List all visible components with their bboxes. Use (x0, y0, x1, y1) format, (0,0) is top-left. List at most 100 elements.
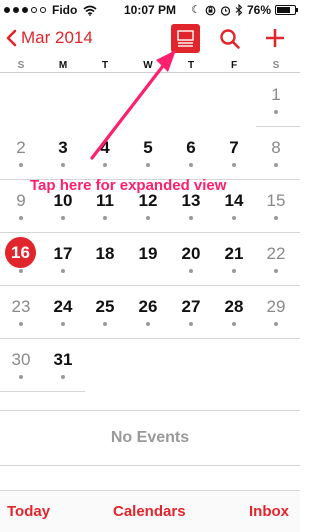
day-cell[interactable]: 23 (1, 286, 41, 339)
event-dot-icon (103, 322, 107, 326)
day-number: 17 (53, 244, 73, 263)
add-event-button[interactable] (264, 27, 286, 49)
list-view-icon (177, 30, 194, 47)
day-number: 19 (138, 244, 158, 263)
event-dot-icon (146, 163, 150, 167)
event-dot-icon (61, 216, 65, 220)
week-row: 16 17 18 19 20 21 22 (0, 233, 300, 286)
day-cell[interactable]: 29 (256, 286, 296, 339)
event-dot-icon (189, 269, 193, 273)
day-number: 16 (5, 237, 36, 268)
search-button[interactable] (219, 28, 241, 50)
event-dot-icon (274, 163, 278, 167)
chevron-left-icon (6, 29, 17, 47)
event-dot-icon (19, 269, 23, 273)
day-cell[interactable]: 7 (214, 127, 254, 180)
day-cell[interactable]: 28 (214, 286, 254, 339)
nav-bar: Mar 2014 (0, 20, 300, 60)
back-to-month-button[interactable]: Mar 2014 (6, 28, 93, 48)
battery-fill (277, 7, 290, 13)
signal-dot-icon (22, 7, 28, 13)
day-cell[interactable]: 8 (256, 127, 296, 180)
day-cell[interactable]: 15 (256, 180, 296, 233)
event-dot-icon (146, 322, 150, 326)
status-right: ☾ 76% (191, 3, 298, 17)
event-dot-icon (232, 163, 236, 167)
day-cell[interactable]: 2 (1, 127, 41, 180)
weekday-label: W (143, 60, 153, 71)
week-row: 1 (256, 74, 300, 127)
day-number: 8 (271, 138, 281, 157)
moon-icon: ☾ (191, 4, 201, 16)
today-button[interactable]: Today (7, 503, 50, 520)
battery-percent: 76% (246, 3, 271, 17)
event-dot-icon (146, 216, 150, 220)
day-cell[interactable]: 31 (43, 339, 83, 392)
day-cell[interactable]: 18 (85, 233, 125, 286)
day-number: 30 (11, 350, 31, 369)
day-cell[interactable]: 4 (85, 127, 125, 180)
event-dot-icon (274, 110, 278, 114)
day-cell-today[interactable]: 16 (1, 233, 41, 286)
event-dot-icon (232, 322, 236, 326)
day-number: 3 (58, 138, 68, 157)
event-dot-icon (19, 163, 23, 167)
weekday-label: T (187, 60, 195, 71)
weekday-label: M (58, 60, 68, 71)
day-number: 12 (138, 191, 158, 210)
day-number: 27 (181, 297, 201, 316)
day-number: 15 (266, 191, 286, 210)
event-dot-icon (19, 322, 23, 326)
event-dot-icon (103, 163, 107, 167)
weekday-label: S (17, 60, 25, 71)
day-number: 29 (266, 297, 286, 316)
event-dot-icon (19, 375, 23, 379)
inbox-button[interactable]: Inbox (249, 503, 289, 520)
alarm-icon (220, 5, 231, 16)
day-cell[interactable]: 27 (171, 286, 211, 339)
carrier-name: Fido (52, 3, 78, 17)
signal-dot-icon (13, 7, 19, 13)
calendars-button[interactable]: Calendars (113, 503, 186, 520)
events-list: No Events (0, 410, 300, 466)
day-cell[interactable]: 24 (43, 286, 83, 339)
day-cell[interactable]: 22 (256, 233, 296, 286)
day-cell[interactable]: 30 (1, 339, 41, 392)
week-row: 2 3 4 5 6 7 8 (0, 127, 300, 180)
day-number: 4 (100, 138, 110, 157)
event-dot-icon (274, 269, 278, 273)
event-dot-icon (274, 216, 278, 220)
day-cell[interactable]: 1 (256, 74, 296, 127)
event-dot-icon (189, 163, 193, 167)
bottom-toolbar: Today Calendars Inbox (0, 490, 300, 532)
signal-dot-icon (4, 7, 10, 13)
day-cell[interactable]: 17 (43, 233, 83, 286)
event-dot-icon (232, 269, 236, 273)
search-icon (220, 29, 240, 49)
weekday-label: S (272, 60, 280, 71)
event-dot-icon (61, 375, 65, 379)
day-cell[interactable]: 25 (85, 286, 125, 339)
signal-dot-icon (40, 7, 46, 13)
event-dot-icon (61, 269, 65, 273)
day-cell[interactable]: 3 (43, 127, 83, 180)
event-dot-icon (189, 216, 193, 220)
wifi-icon (83, 5, 97, 16)
no-events-label: No Events (110, 429, 190, 446)
day-cell[interactable]: 19 (128, 233, 168, 286)
annotation-text: Tap here for expanded view (30, 177, 227, 194)
weekday-label: F (230, 60, 238, 71)
day-cell[interactable]: 26 (128, 286, 168, 339)
day-cell[interactable]: 6 (171, 127, 211, 180)
event-dot-icon (103, 216, 107, 220)
day-cell[interactable]: 20 (171, 233, 211, 286)
day-cell[interactable]: 21 (214, 233, 254, 286)
day-number: 6 (186, 138, 196, 157)
day-number: 10 (53, 191, 73, 210)
status-bar: Fido 10:07 PM ☾ 76% (0, 0, 300, 20)
list-view-button[interactable] (171, 24, 200, 53)
week-row: 23 24 25 26 27 28 29 (0, 286, 300, 339)
day-number: 14 (224, 191, 244, 210)
day-cell[interactable]: 5 (128, 127, 168, 180)
weekday-header: S M T W T F S (0, 60, 300, 73)
